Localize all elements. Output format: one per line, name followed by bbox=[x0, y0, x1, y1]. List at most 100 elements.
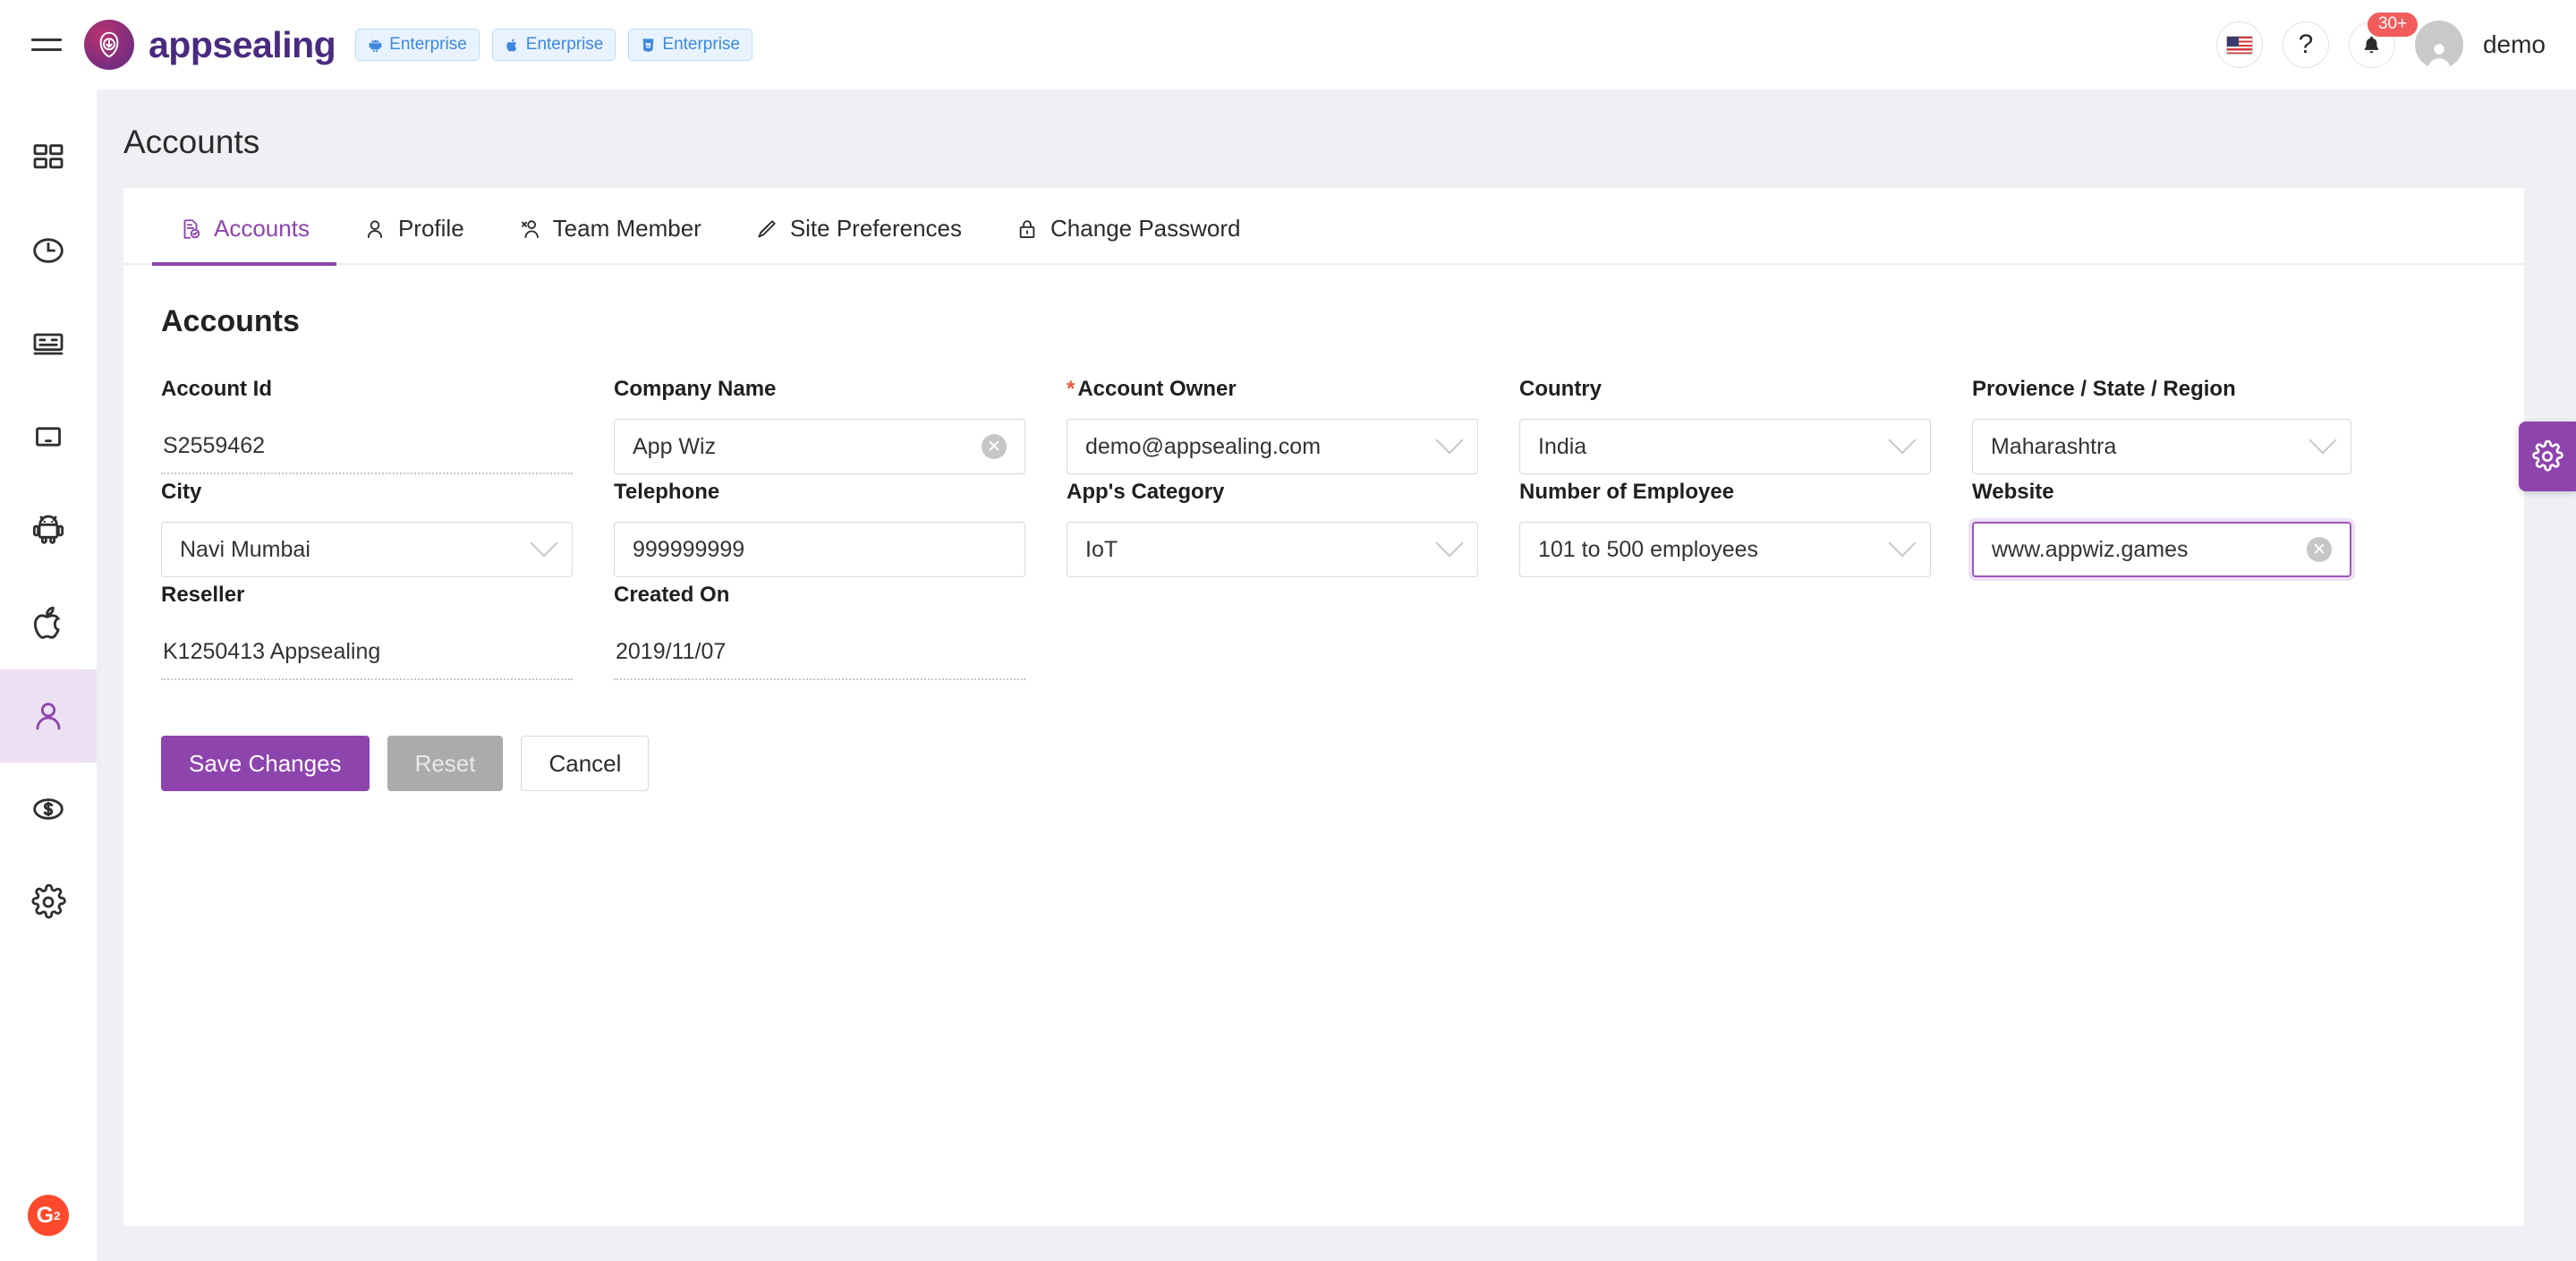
field-label: Website bbox=[1972, 480, 2054, 504]
sidebar-item-accounts[interactable] bbox=[0, 669, 97, 763]
user-avatar-icon[interactable] bbox=[2414, 21, 2463, 69]
hamburger-menu-icon[interactable] bbox=[27, 25, 66, 64]
apple-icon bbox=[33, 606, 61, 639]
field-label: City bbox=[161, 480, 202, 504]
notifications-button[interactable]: 30+ bbox=[2348, 13, 2419, 68]
tab-label: Team Member bbox=[552, 215, 701, 242]
field-label: Company Name bbox=[614, 377, 777, 401]
platform-badges: Enterprise Enterprise Enterprise bbox=[355, 29, 752, 61]
gear-icon bbox=[2532, 440, 2563, 472]
sidebar-item-reports[interactable] bbox=[0, 297, 97, 390]
username-label[interactable]: demo bbox=[2483, 30, 2546, 59]
clear-icon[interactable]: ✕ bbox=[982, 434, 1007, 459]
website-input[interactable]: www.appwiz.games ✕ bbox=[1972, 522, 2351, 577]
field-label: Telephone bbox=[614, 480, 720, 504]
tab-change-password[interactable]: Change Password bbox=[989, 188, 1267, 266]
province-state-region-select[interactable]: Maharashtra bbox=[1972, 419, 2351, 474]
brand-name: appsealing bbox=[149, 23, 336, 65]
field-created-on: Created On 2019/11/07 bbox=[614, 583, 1067, 680]
sidebar-item-android[interactable] bbox=[0, 483, 97, 576]
badge-apple-enterprise[interactable]: Enterprise bbox=[491, 29, 616, 61]
floating-settings-button[interactable] bbox=[2519, 422, 2576, 491]
select-value: Navi Mumbai bbox=[180, 536, 310, 562]
chevron-down-icon bbox=[1888, 426, 1917, 455]
tablet-icon bbox=[36, 427, 61, 447]
city-select[interactable]: Navi Mumbai bbox=[161, 522, 573, 577]
sidebar-item-billing[interactable] bbox=[0, 763, 97, 856]
help-button[interactable]: ? bbox=[2282, 21, 2329, 68]
save-changes-button[interactable]: Save Changes bbox=[161, 736, 370, 791]
chevron-down-icon bbox=[1435, 426, 1464, 455]
tab-team-member[interactable]: Team Member bbox=[491, 188, 728, 266]
form-actions: Save Changes Reset Cancel bbox=[123, 686, 2524, 791]
field-province-state-region: Provience / State / Region Maharashtra bbox=[1972, 377, 2393, 474]
section-title: Accounts bbox=[161, 304, 300, 338]
field-label: * Account Owner bbox=[1067, 377, 1478, 402]
field-country: Country India bbox=[1519, 377, 1972, 474]
required-asterisk: * bbox=[1067, 377, 1075, 401]
user-icon bbox=[36, 703, 61, 730]
tab-label: Site Preferences bbox=[789, 215, 963, 242]
field-label: Country bbox=[1519, 377, 1602, 401]
field-label: Created On bbox=[614, 583, 730, 607]
notification-count-badge: 30+ bbox=[2367, 13, 2419, 37]
badge-label: Enterprise bbox=[389, 35, 467, 54]
accounts-card: Accounts Profile Team Member Site Prefer… bbox=[123, 188, 2524, 1226]
reseller-value: K1250413 Appsealing bbox=[161, 625, 573, 680]
country-select[interactable]: India bbox=[1519, 419, 1931, 474]
android-icon bbox=[369, 38, 382, 52]
g2-review-badge[interactable]: G2 bbox=[28, 1195, 69, 1236]
account-id-value: S2559462 bbox=[161, 419, 573, 474]
chevron-down-icon bbox=[1888, 529, 1917, 558]
apps-category-select[interactable]: IoT bbox=[1067, 522, 1478, 577]
chevron-down-icon bbox=[1435, 529, 1464, 558]
clock-icon bbox=[33, 238, 64, 263]
card-list-icon bbox=[33, 333, 64, 355]
tab-profile[interactable]: Profile bbox=[336, 188, 491, 266]
field-apps-category: App's Category IoT bbox=[1067, 480, 1519, 577]
select-value: 101 to 500 employees bbox=[1538, 536, 1759, 562]
user-icon bbox=[367, 219, 383, 238]
field-number-of-employee: Number of Employee 101 to 500 employees bbox=[1519, 480, 1972, 577]
grid-dashboard-icon bbox=[33, 144, 64, 169]
number-of-employee-select[interactable]: 101 to 500 employees bbox=[1519, 522, 1931, 577]
sidebar-item-dashboard[interactable] bbox=[0, 111, 97, 204]
users-icon bbox=[521, 219, 539, 238]
language-selector-button[interactable] bbox=[2215, 21, 2263, 68]
apple-icon bbox=[506, 38, 516, 51]
tab-bar: Accounts Profile Team Member Site Prefer… bbox=[123, 188, 2524, 266]
reset-button[interactable]: Reset bbox=[387, 736, 504, 791]
cancel-button[interactable]: Cancel bbox=[521, 736, 650, 791]
created-on-value: 2019/11/07 bbox=[614, 625, 1025, 680]
tab-label: Change Password bbox=[1050, 215, 1241, 242]
chevron-down-icon bbox=[2308, 426, 2337, 455]
badge-html5-enterprise[interactable]: Enterprise bbox=[628, 29, 752, 61]
account-owner-select[interactable]: demo@appsealing.com bbox=[1067, 419, 1478, 474]
field-label: App's Category bbox=[1067, 480, 1225, 504]
us-flag-icon bbox=[2225, 35, 2253, 55]
company-name-input[interactable]: App Wiz ✕ bbox=[614, 419, 1025, 474]
sidebar-item-settings[interactable] bbox=[0, 856, 97, 949]
sidebar-item-devices[interactable] bbox=[0, 390, 97, 483]
badge-android-enterprise[interactable]: Enterprise bbox=[355, 29, 480, 61]
telephone-input[interactable]: 999999999 bbox=[614, 522, 1025, 577]
select-value: India bbox=[1538, 433, 1587, 459]
field-label: Reseller bbox=[161, 583, 245, 607]
field-account-id: Account Id S2559462 bbox=[161, 377, 614, 474]
input-value: www.appwiz.games bbox=[1992, 536, 2189, 562]
sidebar-item-history[interactable] bbox=[0, 204, 97, 297]
tab-accounts[interactable]: Accounts bbox=[152, 188, 336, 266]
select-value: Maharashtra bbox=[1991, 433, 2117, 459]
brand-logo[interactable]: appsealing bbox=[84, 20, 336, 70]
sidebar-item-ios[interactable] bbox=[0, 576, 97, 669]
gear-icon bbox=[31, 884, 66, 919]
field-telephone: Telephone 999999999 bbox=[614, 480, 1067, 577]
badge-label: Enterprise bbox=[662, 35, 740, 54]
top-header: appsealing Enterprise Enterprise Enterpr… bbox=[0, 0, 2576, 89]
clear-icon[interactable]: ✕ bbox=[2307, 537, 2332, 562]
android-icon bbox=[32, 515, 64, 544]
tab-site-preferences[interactable]: Site Preferences bbox=[728, 188, 989, 266]
left-sidebar: G2 bbox=[0, 89, 97, 1261]
tab-label: Accounts bbox=[214, 215, 310, 242]
tab-label: Profile bbox=[397, 215, 464, 242]
